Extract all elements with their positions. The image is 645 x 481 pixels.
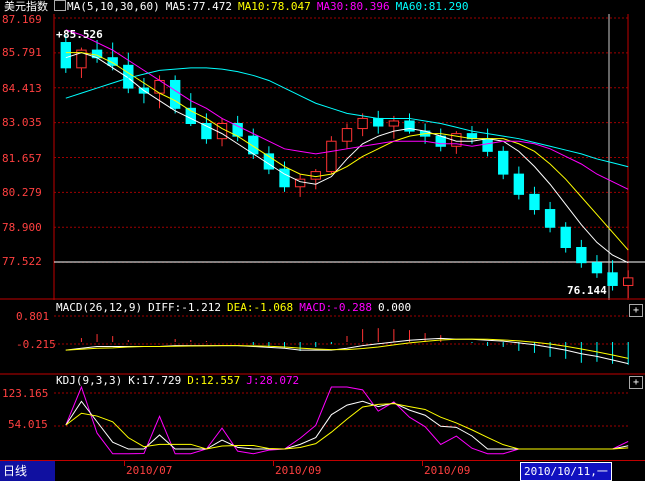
kdj-lines [65,385,629,455]
date-label: 2010/09 [275,464,322,477]
date-tick [422,461,423,466]
candle-body [529,193,540,211]
candle-body [544,209,556,228]
candle-body [60,42,71,69]
candle-body [513,173,525,195]
date-label: 2010/07 [126,464,173,477]
candle-body [341,128,353,142]
period-button[interactable]: 日线 [0,461,55,481]
candle-body [607,272,618,286]
ma-line-ma60 [65,67,629,168]
cursor-date-label: 2010/10/11,一 [520,462,612,481]
k-line [65,400,629,450]
candle-body [216,123,228,140]
candle-body [373,117,384,127]
ma-line-ma10 [65,52,629,251]
kdj-chart[interactable] [0,374,645,464]
price-chart[interactable]: + 85.526 76.144 [0,0,645,300]
high-marker: + [56,28,63,41]
macd-chart[interactable] [0,298,645,378]
low-label: 76.144 [567,284,607,297]
bottom-bar: 日线 2010/07 2010/09 2010/09 2010/10/11,一 [0,460,645,481]
candle-body [310,171,321,180]
candle-body [576,247,587,264]
candle-body [591,262,603,274]
stock-chart-window: 美元指数 MA(5,10,30,60) MA5:77.472 MA10:78.047 M… [0,0,645,481]
date-tick [273,461,274,466]
grid-main [54,17,628,263]
candle-body [169,79,181,109]
diff-line [65,337,629,365]
candle-body [560,226,571,249]
candle-body [357,117,368,130]
ma-line-ma30 [65,29,629,190]
candle-body [623,277,634,286]
high-label: 85.526 [63,28,103,41]
date-tick [124,461,125,466]
candle-body [326,140,337,173]
candle-body [482,138,493,152]
candle-body [498,150,509,175]
date-label: 2010/09 [424,464,471,477]
candle-body [388,120,400,127]
macd-lines [65,337,629,365]
